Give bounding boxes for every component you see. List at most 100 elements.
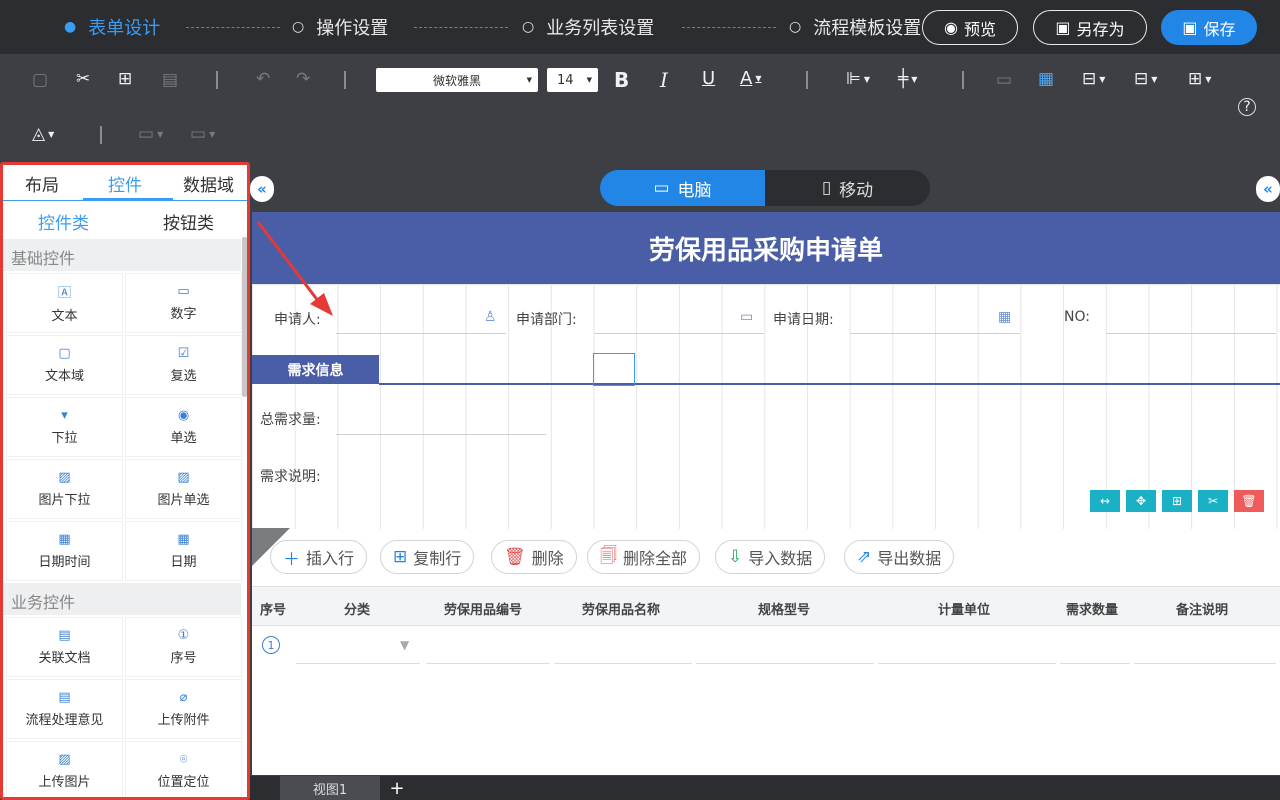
form-sheet: 劳保用品采购申请单 申请人: ♙ 申请部门: ▭ 申请日期: ▦ NO: 需求信… [252,212,1280,775]
import-data-button[interactable]: ⇩ 导入数据 [715,540,826,574]
underline-icon[interactable]: U [702,68,715,89]
export-data-button[interactable]: ⇗ 导出数据 [844,540,955,574]
remark-field[interactable] [1134,663,1276,664]
align-left-icon[interactable]: ⊫ ▼ [846,69,870,89]
save-as-button[interactable]: ▣ 另存为 [1033,10,1147,45]
collapse-right-icon[interactable]: « [1256,176,1280,202]
tab-controls[interactable]: 控件 [108,171,142,196]
table-row: 1 ▼ [252,626,1280,666]
merge-cells-icon[interactable]: ▭ [996,70,1012,90]
subtab-button-types[interactable]: 按钮类 [163,209,214,234]
control-image-dropdown[interactable]: ▨ 图片下拉 [7,460,122,518]
step-business-list-settings[interactable]: ○ 业务列表设置 [522,14,654,40]
unit-field[interactable] [878,663,1056,664]
split-cells-icon[interactable]: ▦ [1038,69,1054,89]
item-code-field[interactable] [426,663,550,664]
item-name-field[interactable] [554,663,692,664]
delete-button[interactable]: 🗑 删除 [491,540,577,574]
save-button[interactable]: ▣ 保存 [1161,10,1257,45]
step-workflow-template-settings[interactable]: ○ 流程模板设置 [789,14,921,40]
delete-icon[interactable]: 🗑 [1234,490,1264,512]
font-size-select[interactable]: 14 ▼ [547,68,598,92]
control-datetime[interactable]: ▦ 日期时间 [7,522,122,580]
form-title[interactable]: 劳保用品采购申请单 [252,212,1280,284]
border-icon[interactable]: ⊞ ▼ [1188,69,1211,89]
view-tab[interactable]: 视图1 [280,776,380,800]
tab-data-domain[interactable]: 数据域 [183,171,234,196]
number-label: NO: [1064,309,1090,325]
date-field[interactable] [850,333,1020,334]
resize-icon[interactable]: ↔ [1090,490,1120,512]
insert-row-icon[interactable]: ⊟ ▼ [1082,69,1105,89]
spec-field[interactable] [696,663,874,664]
control-textarea[interactable]: ▢ 文本域 [7,336,122,394]
control-text[interactable]: 🄰 文本 [7,274,122,332]
control-upload-attachment[interactable]: ⌀ 上传附件 [126,680,241,738]
font-color-icon[interactable]: A ▼ [740,68,761,89]
calendar-icon[interactable]: ▦ [998,309,1011,325]
step-form-design[interactable]: ● 表单设计 [64,14,160,40]
number-field[interactable] [1106,333,1276,334]
department-field[interactable] [594,333,764,334]
copy-icon[interactable]: ⊞ [118,69,132,89]
tab-layout[interactable]: 布局 [25,171,59,196]
checkbox-icon: ☑ [177,346,190,361]
demand-info-section[interactable]: 需求信息 [252,355,379,384]
selected-cell[interactable] [593,353,635,386]
font-family-select[interactable]: 微软雅黑 ▼ [376,68,538,92]
step-divider [186,27,280,28]
save-as-icon: ▣ [1055,18,1071,37]
copy-icon[interactable]: ⊞ [1162,490,1192,512]
cut-icon[interactable]: ✂ [76,69,90,89]
control-image-radio[interactable]: ▨ 图片单选 [126,460,241,518]
control-dropdown[interactable]: ▾ 下拉 [7,398,122,456]
redo-icon[interactable]: ↷ [296,69,310,89]
device-mobile-button[interactable]: ▯ 移动 [765,170,930,206]
cut-icon[interactable]: ✂ [1198,490,1228,512]
move-icon[interactable]: ✥ [1126,490,1156,512]
column-header: 计量单位 [938,603,991,618]
control-workflow-opinion[interactable]: ▤ 流程处理意见 [7,680,122,738]
collapse-left-icon[interactable]: « [250,176,274,202]
copy-format-icon[interactable]: ▢ [32,70,48,90]
quantity-field[interactable] [1060,663,1130,664]
vertical-align-icon[interactable]: ╪ ▼ [898,69,917,89]
eye-icon: ◉ [944,18,958,37]
insert-control-icon[interactable]: ▭ ▼ [138,124,163,144]
control-number[interactable]: ▭ 数字 [126,274,241,332]
control-serial-number[interactable]: ① 序号 [126,618,241,676]
control-date[interactable]: ▦ 日期 [126,522,241,580]
preview-button[interactable]: ◉ 预览 [922,10,1018,45]
user-icon[interactable]: ♙ [484,309,497,325]
italic-icon[interactable]: I [660,68,668,92]
image-dropdown-icon: ▨ [58,470,71,485]
device-pc-button[interactable]: ▭ 电脑 [600,170,765,206]
date-label: 申请日期: [773,312,834,328]
control-upload-image[interactable]: ▨ 上传图片 [7,742,122,797]
category-field[interactable] [296,663,420,664]
control-location[interactable]: ⌾ 位置定位 [126,742,241,797]
copy-row-button[interactable]: ⊞ 复制行 [380,540,475,574]
add-view-button[interactable]: + [385,776,409,800]
step-operation-settings[interactable]: ○ 操作设置 [292,14,388,40]
department-icon[interactable]: ▭ [740,309,753,325]
column-header: 需求数量 [1066,603,1119,618]
help-icon[interactable]: ? [1238,98,1256,116]
paste-icon[interactable]: ▤ [162,70,178,90]
delete-all-button[interactable]: 🗐 删除全部 [587,540,700,574]
table-header: 序号 分类 劳保用品编号 劳保用品名称 规格型号 计量单位 需求数量 备注说明 [252,586,1280,626]
total-demand-field[interactable] [336,434,546,435]
bold-icon[interactable]: B [614,68,629,92]
fill-color-icon[interactable]: ◬ ▼ [32,124,54,144]
control-radio[interactable]: ◉ 单选 [126,398,241,456]
subtab-control-types[interactable]: 控件类 [38,209,89,234]
control-linked-document[interactable]: ▤ 关联文档 [7,618,122,676]
table-options-icon[interactable]: ▭ ▼ [190,124,215,144]
control-checkbox[interactable]: ☑ 复选 [126,336,241,394]
applicant-field[interactable] [336,333,506,334]
chevron-down-icon[interactable]: ▼ [400,638,409,652]
undo-icon[interactable]: ↶ [256,69,270,89]
insert-row-button[interactable]: ＋插入行 [270,540,368,574]
panel-scrollbar[interactable] [242,237,247,397]
delete-row-icon[interactable]: ⊟ ▼ [1134,69,1157,89]
